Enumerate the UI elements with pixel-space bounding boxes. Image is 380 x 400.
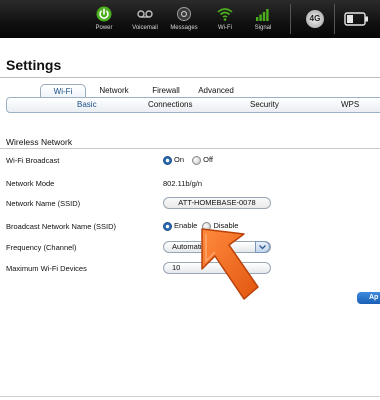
section-divider — [0, 148, 380, 149]
messages-button[interactable]: Messages — [164, 6, 204, 31]
messages-label: Messages — [170, 25, 198, 31]
power-button[interactable]: Power — [84, 6, 124, 31]
bottom-divider — [0, 396, 380, 397]
wifi-icon — [217, 8, 233, 21]
pointer-arrow-icon — [201, 228, 259, 300]
battery-icon — [344, 12, 368, 26]
subtab-connections[interactable]: Connections — [148, 98, 192, 112]
signal-label: Signal — [254, 25, 272, 31]
network-mode-value: 802.11b/g/n — [163, 179, 203, 188]
section-title: Wireless Network — [6, 137, 73, 147]
page-title: Settings — [6, 57, 62, 73]
subtab-basic[interactable]: Basic — [77, 98, 97, 112]
voicemail-label: Voicemail — [132, 25, 158, 31]
max-devices-selected-value: 10 — [172, 263, 181, 272]
apply-button[interactable]: Ap — [357, 292, 380, 304]
subtab-security[interactable]: Security — [250, 98, 279, 112]
radio-unselected-icon[interactable] — [192, 155, 202, 165]
wifi-broadcast-label: Wi-Fi Broadcast — [6, 156, 60, 165]
sub-tabs: Basic Connections Security WPS — [6, 97, 380, 113]
voicemail-button[interactable]: Voicemail — [125, 6, 165, 31]
signal-indicator[interactable]: Signal — [243, 6, 283, 31]
topbar-divider — [334, 4, 335, 34]
wifi-broadcast-off-label: Off — [203, 155, 213, 165]
title-divider — [0, 77, 380, 78]
tab-network[interactable]: Network — [92, 84, 136, 98]
radio-selected-icon[interactable] — [163, 155, 172, 165]
tab-advanced[interactable]: Advanced — [192, 84, 240, 98]
subtab-wps[interactable]: WPS — [341, 98, 359, 112]
broadcast-ssid-enable-option[interactable]: Enable — [163, 221, 197, 231]
wifi-broadcast-radio-group: On Off — [163, 155, 219, 165]
signal-icon — [256, 9, 269, 21]
top-status-bar: Power Voicemail Messages Wi-Fi Signal 4G — [0, 0, 380, 38]
network-4g-badge: 4G — [306, 10, 324, 28]
power-icon — [96, 6, 112, 22]
messages-icon — [177, 7, 191, 21]
wifi-label: Wi-Fi — [218, 25, 232, 31]
voicemail-icon — [137, 10, 153, 18]
topbar-divider — [290, 4, 291, 34]
tab-firewall[interactable]: Firewall — [144, 84, 188, 98]
broadcast-ssid-enable-label: Enable — [174, 221, 198, 231]
wifi-broadcast-off-option[interactable]: Off — [192, 155, 213, 165]
radio-selected-icon[interactable] — [163, 221, 172, 231]
wifi-button[interactable]: Wi-Fi — [205, 6, 245, 31]
broadcast-ssid-label: Broadcast Network Name (SSID) — [6, 222, 117, 231]
ssid-label: Network Name (SSID) — [6, 199, 81, 208]
network-mode-label: Network Mode — [6, 179, 55, 188]
wifi-broadcast-on-label: On — [174, 155, 185, 165]
wifi-broadcast-on-option[interactable]: On — [163, 155, 184, 165]
ssid-input[interactable]: ATT-HOMEBASE-0078 — [163, 197, 271, 209]
power-label: Power — [95, 25, 113, 31]
frequency-label: Frequency (Channel) — [6, 243, 77, 252]
max-devices-label: Maximum Wi-Fi Devices — [6, 264, 87, 273]
